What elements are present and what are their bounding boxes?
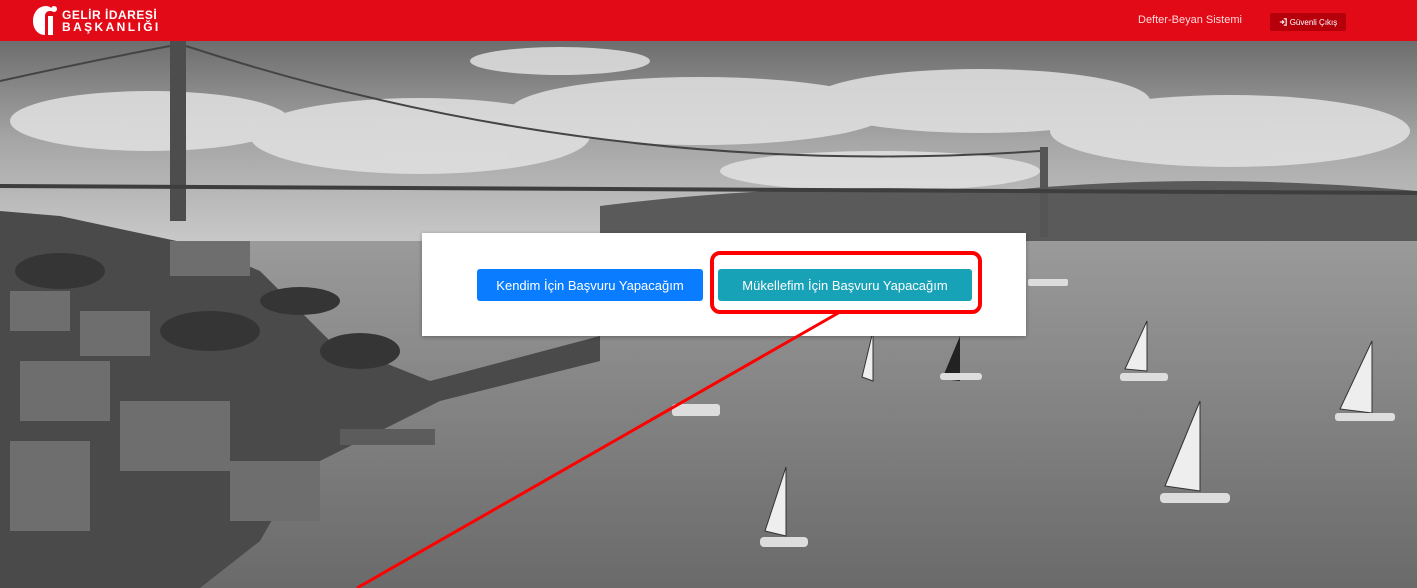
gib-logo-icon: [33, 6, 57, 35]
logo-line-2: BAŞKANLIĞI: [62, 20, 161, 34]
top-navbar: GELİR İDARESİ BAŞKANLIĞI Defter-Beyan Si…: [0, 0, 1417, 41]
defter-beyan-link[interactable]: Defter-Beyan Sistemi: [1138, 14, 1242, 26]
logo-text: GELİR İDARESİ BAŞKANLIĞI: [62, 9, 161, 33]
logout-button[interactable]: Güvenli Çıkış: [1270, 13, 1346, 31]
application-choice-card: Kendim İçin Başvuru Yapacağım Mükellefim…: [422, 233, 1026, 336]
client-application-button[interactable]: Mükellefim İçin Başvuru Yapacağım: [718, 269, 972, 301]
logout-label: Güvenli Çıkış: [1289, 17, 1338, 27]
self-application-button[interactable]: Kendim İçin Başvuru Yapacağım: [477, 269, 703, 301]
sign-out-icon: [1279, 18, 1287, 26]
gib-logo[interactable]: GELİR İDARESİ BAŞKANLIĞI: [32, 2, 172, 38]
